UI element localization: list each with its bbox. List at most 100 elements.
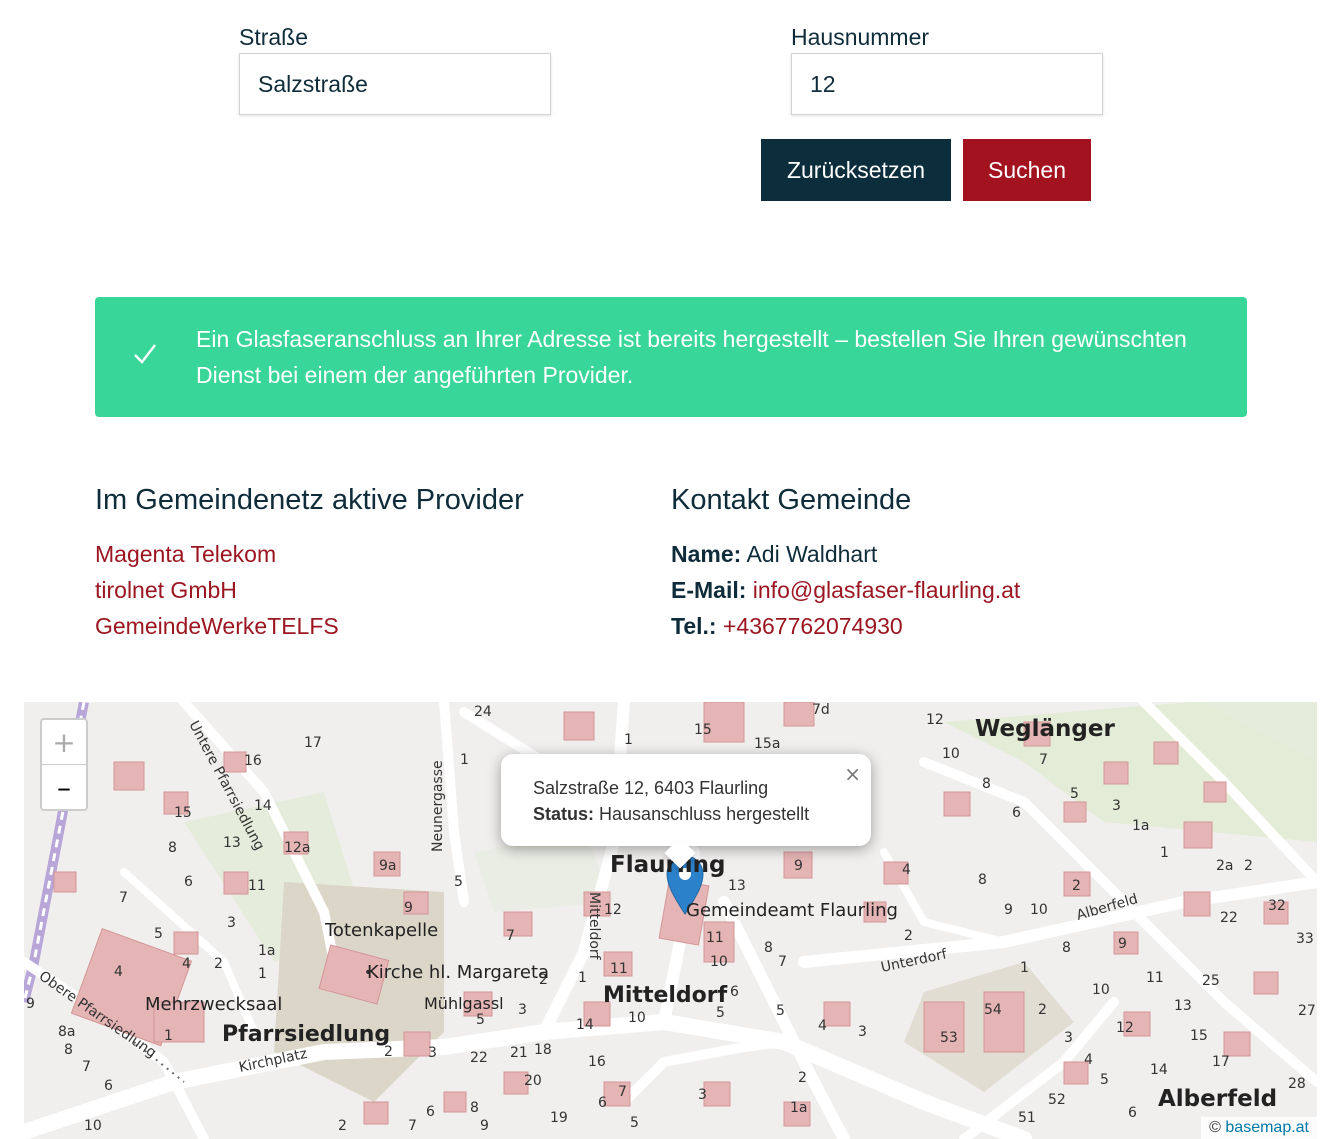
street-label-mitteldorf: Mitteldorf <box>586 892 602 961</box>
svg-text:2: 2 <box>338 1118 347 1134</box>
zoom-out-button[interactable]: – <box>42 765 86 810</box>
zoom-in-button[interactable]: + <box>42 720 86 765</box>
popup-status-label: Status: <box>533 804 595 824</box>
svg-text:16: 16 <box>244 753 262 769</box>
svg-text:4: 4 <box>114 964 123 980</box>
svg-text:10: 10 <box>1092 982 1110 998</box>
house-number-input[interactable] <box>791 53 1103 115</box>
svg-text:3: 3 <box>518 1002 527 1018</box>
svg-text:7: 7 <box>778 954 787 970</box>
svg-text:1: 1 <box>1160 845 1169 861</box>
svg-text:15: 15 <box>1190 1028 1208 1044</box>
contact-email-link[interactable]: info@glasfaser-flaurling.at <box>753 577 1021 603</box>
svg-text:10: 10 <box>84 1118 102 1134</box>
svg-text:51: 51 <box>1018 1110 1036 1126</box>
popup-address: Salzstraße 12, 6403 Flaurling <box>533 778 769 798</box>
svg-text:8: 8 <box>64 1042 73 1058</box>
svg-text:1: 1 <box>258 966 267 982</box>
svg-text:7: 7 <box>506 928 515 944</box>
svg-text:18: 18 <box>534 1042 552 1058</box>
svg-text:54: 54 <box>984 1002 1002 1018</box>
svg-text:10: 10 <box>1030 902 1048 918</box>
svg-text:6: 6 <box>104 1078 113 1094</box>
svg-text:22: 22 <box>470 1050 488 1066</box>
reset-button[interactable]: Zurücksetzen <box>761 139 951 201</box>
svg-text:12: 12 <box>1116 1020 1134 1036</box>
svg-text:8: 8 <box>764 940 773 956</box>
svg-text:5: 5 <box>630 1115 639 1131</box>
svg-text:6: 6 <box>1128 1105 1137 1121</box>
svg-text:9: 9 <box>480 1118 489 1134</box>
svg-text:4: 4 <box>1084 1052 1093 1068</box>
svg-text:9: 9 <box>1118 936 1127 952</box>
contact-tel-link[interactable]: +4367762074930 <box>723 613 903 639</box>
svg-text:1a: 1a <box>258 943 276 959</box>
contact-name-label: Name: <box>671 541 742 567</box>
svg-text:14: 14 <box>576 1017 594 1033</box>
svg-text:7: 7 <box>82 1059 91 1075</box>
poi-label-muehlgassl: Mühlgassl <box>424 994 504 1013</box>
street-label: Straße <box>239 24 309 50</box>
svg-text:9: 9 <box>26 996 35 1012</box>
svg-text:24: 24 <box>474 704 492 720</box>
svg-text:2a: 2a <box>1216 858 1234 874</box>
svg-text:10: 10 <box>628 1010 646 1026</box>
svg-text:1: 1 <box>1020 960 1029 976</box>
svg-text:52: 52 <box>1048 1092 1066 1108</box>
svg-text:8: 8 <box>978 872 987 888</box>
contact-name-value: Adi Waldhart <box>746 541 878 567</box>
svg-text:9: 9 <box>404 900 413 916</box>
svg-text:11: 11 <box>706 930 724 946</box>
search-button[interactable]: Suchen <box>963 139 1091 201</box>
copyright-symbol: © <box>1209 1119 1221 1136</box>
contact-name-row: Name: Adi Waldhart <box>671 541 877 568</box>
providers-title: Im Gemeindenetz aktive Provider <box>95 484 524 516</box>
popup-status-value: Hausanschluss hergestellt <box>599 804 810 824</box>
svg-text:5: 5 <box>1100 1072 1109 1088</box>
svg-text:53: 53 <box>940 1030 958 1046</box>
map[interactable]: 4 1 • 15 14 16 17 12a 13 8 6 11 7 3 5 4 … <box>24 702 1317 1139</box>
svg-text:25: 25 <box>1202 973 1220 989</box>
svg-text:5: 5 <box>154 926 163 942</box>
svg-text:3: 3 <box>1064 1030 1073 1046</box>
svg-text:16: 16 <box>588 1054 606 1070</box>
contact-title: Kontakt Gemeinde <box>671 484 912 516</box>
svg-text:15a: 15a <box>754 736 780 752</box>
svg-text:8: 8 <box>168 840 177 856</box>
street-input[interactable] <box>239 53 551 115</box>
svg-text:2: 2 <box>904 928 913 944</box>
svg-text:12: 12 <box>926 712 944 728</box>
svg-text:9: 9 <box>1004 902 1013 918</box>
street-label-kirchplatz: Kirchplatz <box>238 1046 309 1076</box>
svg-text:9: 9 <box>794 858 803 874</box>
alert-message: Ein Glasfaseranschluss an Ihrer Adresse … <box>196 326 1187 388</box>
svg-text:4: 4 <box>902 862 911 878</box>
svg-text:11: 11 <box>248 878 266 894</box>
svg-text:1a: 1a <box>790 1100 808 1116</box>
popup-close-icon[interactable]: × <box>844 762 861 786</box>
poi-label-kirche: Kirche hl. Margareta <box>367 962 550 983</box>
attribution-link[interactable]: basemap.at <box>1225 1119 1309 1136</box>
svg-text:8: 8 <box>1062 940 1071 956</box>
street-label-neunergasse: Neunergasse <box>430 760 446 852</box>
svg-text:15: 15 <box>174 805 192 821</box>
svg-text:2: 2 <box>1038 1002 1047 1018</box>
svg-text:1a: 1a <box>1132 818 1150 834</box>
svg-text:2: 2 <box>1244 858 1253 874</box>
svg-text:21: 21 <box>510 1045 528 1061</box>
svg-text:27: 27 <box>1298 1003 1316 1019</box>
provider-link-magenta[interactable]: Magenta Telekom <box>95 541 276 568</box>
svg-text:20: 20 <box>524 1073 542 1089</box>
map-popup: Salzstraße 12, 6403 Flaurling Status: Ha… <box>501 754 871 869</box>
svg-text:14: 14 <box>254 798 272 814</box>
poi-label-totenkapelle: Totenkapelle <box>325 920 439 941</box>
svg-text:4: 4 <box>182 956 191 972</box>
provider-link-tirolnet[interactable]: tirolnet GmbH <box>95 577 237 604</box>
svg-text:33: 33 <box>1296 931 1314 947</box>
svg-text:28: 28 <box>1288 1076 1306 1092</box>
success-alert: Ein Glasfaseranschluss an Ihrer Adresse … <box>95 297 1247 417</box>
map-attribution: © basemap.at <box>1201 1117 1317 1139</box>
contact-tel-label: Tel.: <box>671 613 717 639</box>
provider-link-gemeindewerke[interactable]: GemeindeWerkeTELFS <box>95 613 339 640</box>
svg-text:12a: 12a <box>284 840 310 856</box>
